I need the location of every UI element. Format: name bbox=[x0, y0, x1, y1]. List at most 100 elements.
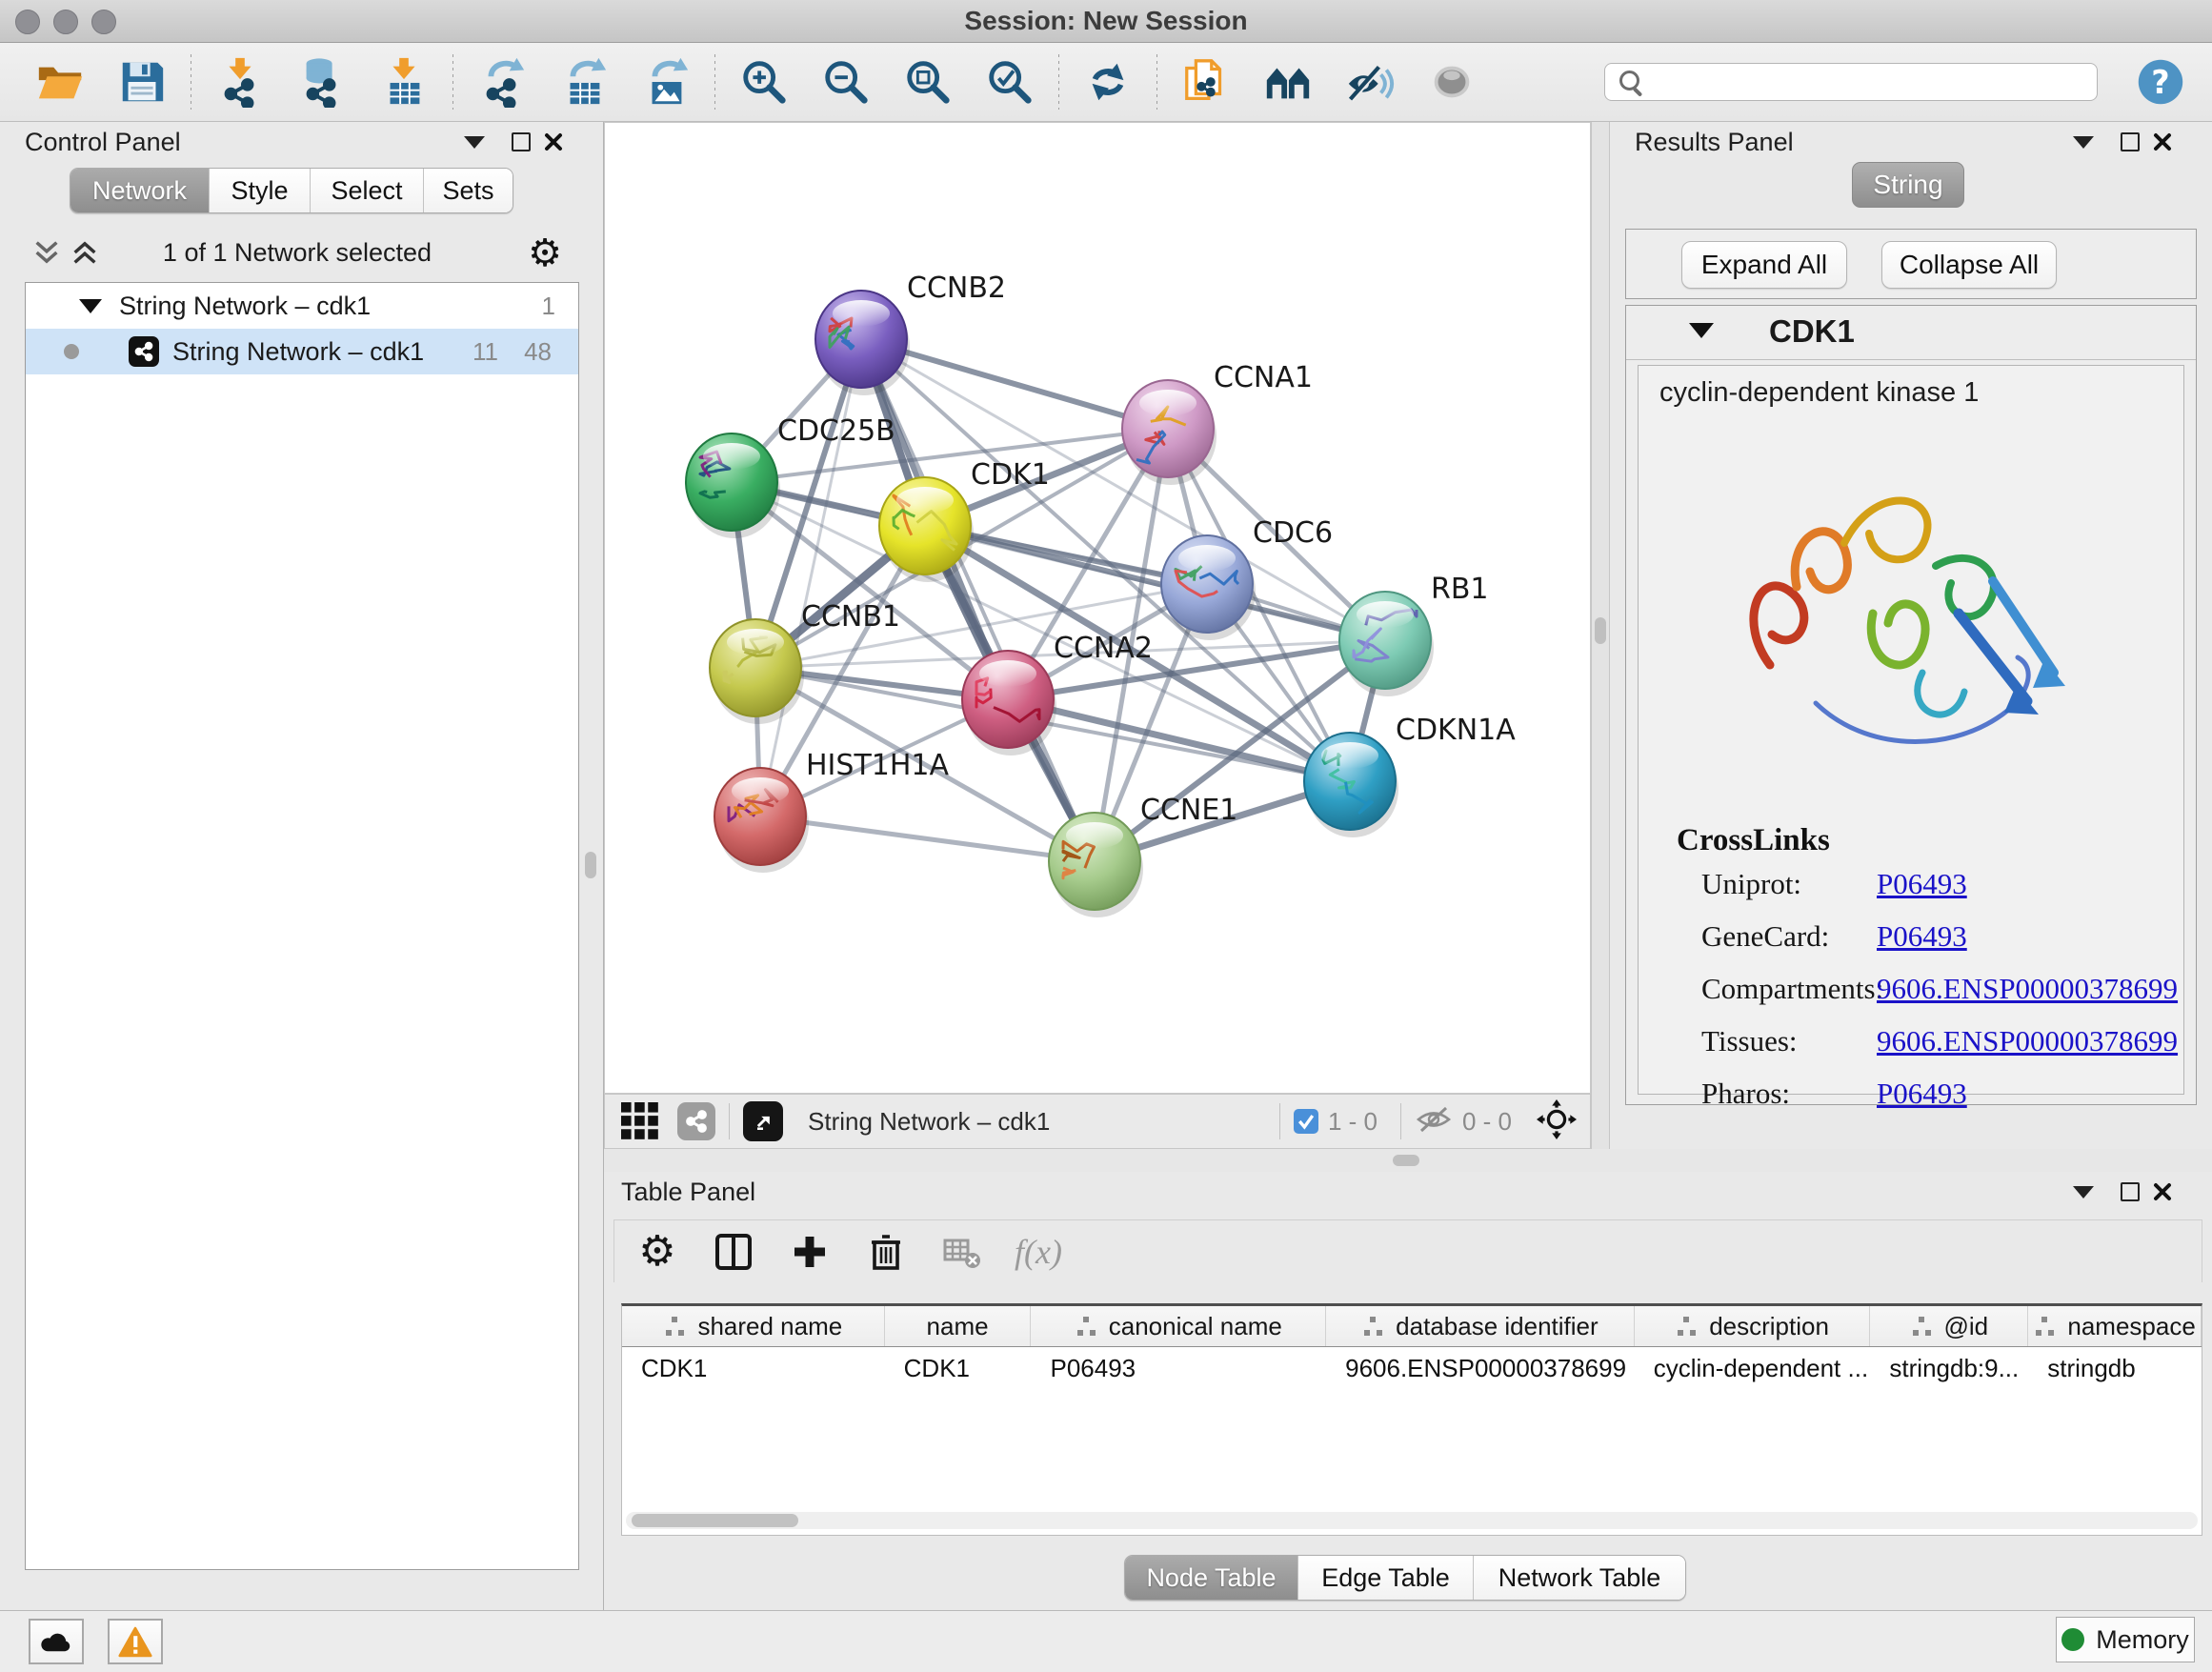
export-table-icon[interactable] bbox=[556, 54, 612, 110]
string-view-badge-icon[interactable] bbox=[677, 1102, 715, 1140]
panel-menu-icon[interactable] bbox=[463, 131, 486, 152]
show-hidden-icon[interactable] bbox=[1424, 54, 1479, 110]
tab-string[interactable]: String bbox=[1852, 162, 1964, 208]
network-node-ccnb2[interactable]: CCNB2 bbox=[815, 272, 1006, 395]
panel-float-icon[interactable] bbox=[2119, 1181, 2142, 1202]
table-cell[interactable]: stringdb bbox=[2028, 1347, 2202, 1389]
network-collection-row[interactable]: String Network – cdk1 1 bbox=[26, 283, 578, 329]
manage-columns-icon[interactable] bbox=[712, 1230, 755, 1274]
splitter-grip[interactable] bbox=[1595, 617, 1606, 644]
hierarchy-icon bbox=[2033, 1317, 2056, 1336]
panel-close-icon[interactable] bbox=[2151, 131, 2174, 152]
panel-menu-icon[interactable] bbox=[2072, 131, 2095, 152]
tab-node-table[interactable]: Node Table bbox=[1125, 1556, 1298, 1600]
panel-float-icon[interactable] bbox=[510, 131, 533, 152]
collection-expander-icon[interactable] bbox=[79, 299, 102, 313]
panel-float-icon[interactable] bbox=[2119, 131, 2142, 152]
network-graph[interactable]: CCNB2CCNA1CDC25BCDK1CDC6RB1CCNB1CCNA2CDK… bbox=[605, 123, 1590, 1093]
import-network-icon[interactable] bbox=[212, 54, 268, 110]
protein-section-header[interactable]: CDK1 bbox=[1626, 306, 2196, 360]
table-cell[interactable]: P06493 bbox=[1031, 1347, 1326, 1389]
column-header-canonical-name[interactable]: canonical name bbox=[1031, 1306, 1326, 1346]
crosslink-link-pharos[interactable]: P06493 bbox=[1877, 1077, 1967, 1111]
refresh-icon[interactable] bbox=[1080, 54, 1136, 110]
selected-checkbox[interactable] bbox=[1294, 1109, 1318, 1134]
add-column-icon[interactable] bbox=[788, 1230, 832, 1274]
column-header-shared-name[interactable]: shared name bbox=[622, 1306, 885, 1346]
column-header-description[interactable]: description bbox=[1635, 1306, 1871, 1346]
open-session-icon[interactable] bbox=[32, 54, 88, 110]
panel-menu-icon[interactable] bbox=[2072, 1181, 2095, 1202]
table-cell[interactable]: CDK1 bbox=[885, 1347, 1032, 1389]
export-network-icon[interactable] bbox=[474, 54, 530, 110]
memory-button[interactable]: Memory bbox=[2056, 1617, 2195, 1662]
crosslink-link-genecard[interactable]: P06493 bbox=[1877, 919, 1967, 954]
tab-network-table[interactable]: Network Table bbox=[1474, 1556, 1685, 1600]
network-view-canvas[interactable]: CCNB2CCNA1CDC25BCDK1CDC6RB1CCNB1CCNA2CDK… bbox=[604, 122, 1591, 1094]
network-node-rb1[interactable]: RB1 bbox=[1339, 573, 1489, 696]
network-overview-icon[interactable] bbox=[1260, 54, 1316, 110]
network-node-hist1h1a[interactable]: HIST1H1A bbox=[714, 749, 950, 873]
table-cell[interactable]: cyclin-dependent ... bbox=[1635, 1347, 1871, 1389]
crosslink-link-tissues[interactable]: 9606.ENSP00000378699 bbox=[1877, 1024, 2178, 1058]
network-node-ccne1[interactable]: CCNE1 bbox=[1049, 794, 1237, 917]
panel-close-icon[interactable] bbox=[2151, 1181, 2174, 1202]
network-node-cdkn1a[interactable]: CDKN1A bbox=[1304, 714, 1516, 837]
zoom-fit-icon[interactable] bbox=[900, 54, 955, 110]
table-row[interactable]: CDK1CDK1P064939606.ENSP00000378699cyclin… bbox=[622, 1347, 2202, 1389]
help-icon[interactable]: ? bbox=[2136, 57, 2185, 107]
tab-select[interactable]: Select bbox=[311, 169, 424, 212]
cloud-icon[interactable] bbox=[29, 1619, 84, 1664]
crosslink-link-uniprot[interactable]: P06493 bbox=[1877, 867, 1967, 901]
column-header-namespace[interactable]: namespace bbox=[2028, 1306, 2202, 1346]
tab-network[interactable]: Network bbox=[70, 169, 210, 212]
collapse-all-button[interactable]: Collapse All bbox=[1881, 241, 2057, 289]
fit-selected-crosshair-icon[interactable] bbox=[1537, 1099, 1577, 1144]
clone-network-icon[interactable] bbox=[1178, 54, 1234, 110]
import-table-icon[interactable] bbox=[376, 54, 432, 110]
panel-close-icon[interactable] bbox=[542, 131, 565, 152]
network-row-selected[interactable]: String Network – cdk1 11 48 bbox=[26, 329, 578, 374]
table-cell[interactable]: CDK1 bbox=[622, 1347, 885, 1389]
scrollbar-thumb[interactable] bbox=[632, 1514, 798, 1527]
table-cell[interactable]: 9606.ENSP00000378699 bbox=[1326, 1347, 1635, 1389]
table-cell[interactable]: stringdb:9... bbox=[1870, 1347, 2028, 1389]
hide-selected-icon[interactable] bbox=[1342, 54, 1398, 110]
zoom-out-icon[interactable] bbox=[818, 54, 874, 110]
tab-style[interactable]: Style bbox=[210, 169, 311, 212]
expand-all-button[interactable]: Expand All bbox=[1681, 241, 1847, 289]
node-table: shared namenamecanonical namedatabase id… bbox=[621, 1303, 2202, 1536]
tab-edge-table[interactable]: Edge Table bbox=[1298, 1556, 1474, 1600]
column-header-name[interactable]: name bbox=[885, 1306, 1032, 1346]
network-node-ccna1[interactable]: CCNA1 bbox=[1122, 361, 1313, 485]
splitter-grip[interactable] bbox=[1393, 1155, 1419, 1166]
column-header--id[interactable]: @id bbox=[1870, 1306, 2028, 1346]
network-options-gear-icon[interactable]: ⚙ bbox=[528, 231, 562, 276]
section-expander-icon[interactable] bbox=[1689, 323, 1714, 338]
tab-sets[interactable]: Sets bbox=[424, 169, 513, 212]
table-settings-gear-icon[interactable]: ⚙ bbox=[635, 1230, 679, 1274]
import-database-icon[interactable] bbox=[294, 54, 350, 110]
network-edge-CCNB2-HIST1H1A[interactable] bbox=[760, 339, 861, 816]
function-builder-icon[interactable]: f(x) bbox=[1016, 1230, 1060, 1274]
network-edge-HIST1H1A-CCNE1[interactable] bbox=[760, 816, 1095, 861]
results-panel: Results Panel String Expand All Collapse… bbox=[1610, 122, 2212, 1149]
zoom-selected-icon[interactable] bbox=[982, 54, 1037, 110]
horizontal-scrollbar[interactable] bbox=[626, 1512, 2198, 1529]
delete-column-icon[interactable] bbox=[864, 1230, 908, 1274]
collapse-all-icon[interactable] bbox=[32, 238, 61, 267]
export-image-icon[interactable] bbox=[638, 54, 694, 110]
current-network-name: String Network – cdk1 bbox=[808, 1107, 1050, 1137]
protein-section: CDK1 cyclin-dependent kinase 1 bbox=[1625, 305, 2197, 1105]
warning-icon[interactable] bbox=[108, 1619, 163, 1664]
column-header-database-identifier[interactable]: database identifier bbox=[1326, 1306, 1635, 1346]
birdseye-view-icon[interactable] bbox=[743, 1101, 783, 1141]
results-actions-box: Expand All Collapse All bbox=[1625, 229, 2197, 299]
delete-table-icon[interactable] bbox=[940, 1230, 984, 1274]
grid-view-icon[interactable] bbox=[618, 1099, 662, 1143]
crosslink-link-compartments[interactable]: 9606.ENSP00000378699 bbox=[1877, 972, 2178, 1006]
save-session-icon[interactable] bbox=[114, 54, 170, 110]
zoom-in-icon[interactable] bbox=[736, 54, 792, 110]
search-input[interactable] bbox=[1604, 63, 2098, 101]
splitter-grip[interactable] bbox=[585, 852, 596, 878]
